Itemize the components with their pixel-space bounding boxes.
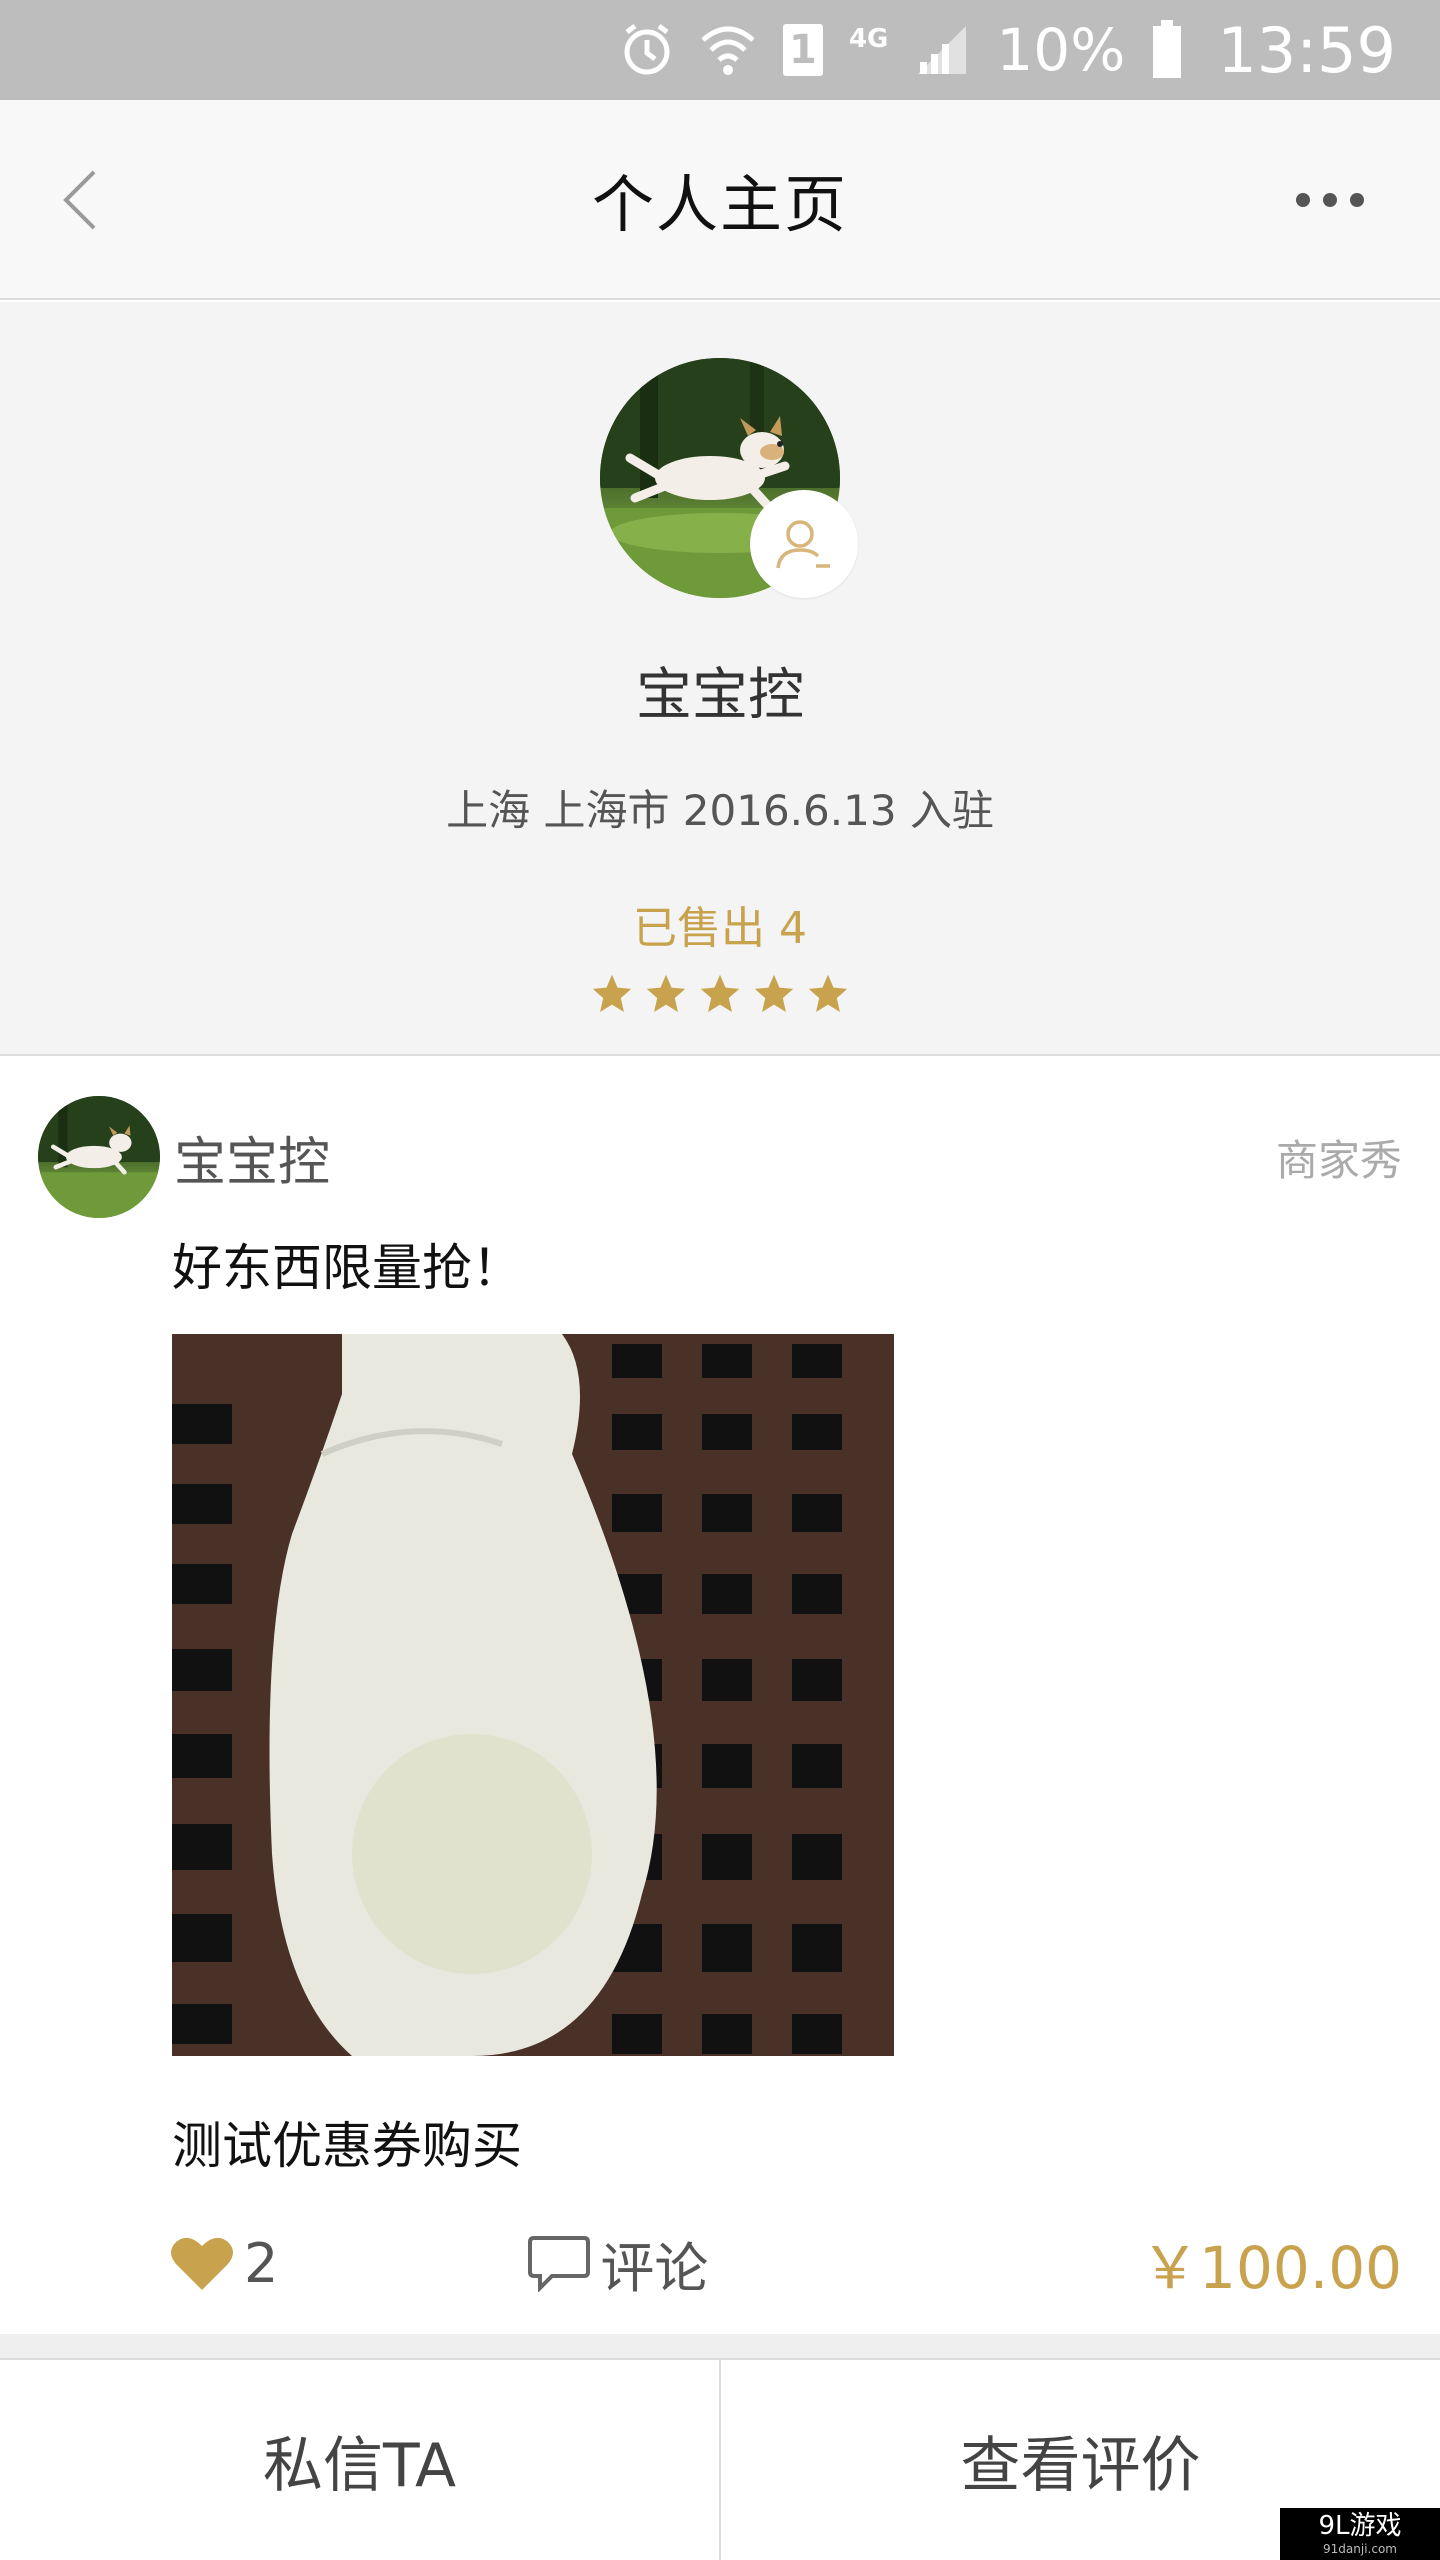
star-icon [754,974,794,1012]
bottom-action-bar: 私信TA 查看评价 [0,2358,1440,2560]
post-text: 好东西限量抢！ [172,1239,522,1297]
profile-header: 宝宝控 上海 上海市 2016.6.13 入驻 已售出 4 [0,302,1440,1056]
profile-name: 宝宝控 [636,663,804,728]
watermark-url: 91danji.com [1323,2542,1397,2556]
post-username[interactable]: 宝宝控 [174,1120,330,1195]
sim-indicator: 1 [782,24,823,76]
sold-count: 已售出 4 [633,903,807,954]
comment-label: 评论 [600,2236,709,2300]
more-button[interactable] [1280,168,1380,232]
wifi-icon [699,22,757,78]
post-image[interactable] [172,1334,894,2056]
alarm-icon [621,22,673,78]
chevron-left-icon [63,170,96,230]
comment-button[interactable]: 评论 [528,2224,708,2303]
battery-icon [1151,20,1183,80]
page-title: 个人主页 [591,168,848,241]
battery-percent: 10% [996,16,1126,84]
watermark-text: 9L游戏 [1318,2511,1402,2541]
post-price: ￥100.00 [1141,2234,1402,2302]
post-header: 宝宝控 商家秀 [38,1096,1402,1218]
nav-bar: 个人主页 [0,100,1440,300]
post-card[interactable]: 宝宝控 商家秀 好东西限量抢！ 测试优惠券购买 2 评论 ￥100.00 [0,1058,1440,2334]
heart-icon [171,2237,233,2290]
like-button[interactable]: 2 [170,2232,278,2295]
section-divider [0,2334,1440,2358]
back-button[interactable] [60,160,140,240]
star-icon [700,974,740,1012]
star-icon [646,974,686,1012]
profile-location-joined: 上海 上海市 2016.6.13 入驻 [446,786,994,835]
post-category-tag: 商家秀 [1275,1135,1402,1185]
rating-stars [590,972,850,1016]
status-bar: 1 4G 10% 13:59 [0,0,1440,100]
star-icon [592,974,632,1012]
post-actions: 2 评论 ￥100.00 [170,2218,1402,2308]
like-count: 2 [244,2231,279,2295]
network-type: 4G [848,24,889,54]
comment-icon [528,2236,591,2292]
user-minus-icon [776,520,830,569]
follow-button[interactable] [750,490,858,598]
more-dots-icon [1296,193,1364,207]
clock: 13:59 [1217,13,1396,87]
signal-icon [914,22,970,78]
star-icon [808,974,848,1012]
profile-avatar-container [600,358,858,598]
message-button[interactable]: 私信TA [0,2360,719,2560]
post-title[interactable]: 测试优惠券购买 [172,2106,522,2178]
post-avatar[interactable] [38,1096,160,1218]
watermark-logo: 9L游戏 91danji.com [1280,2508,1440,2560]
